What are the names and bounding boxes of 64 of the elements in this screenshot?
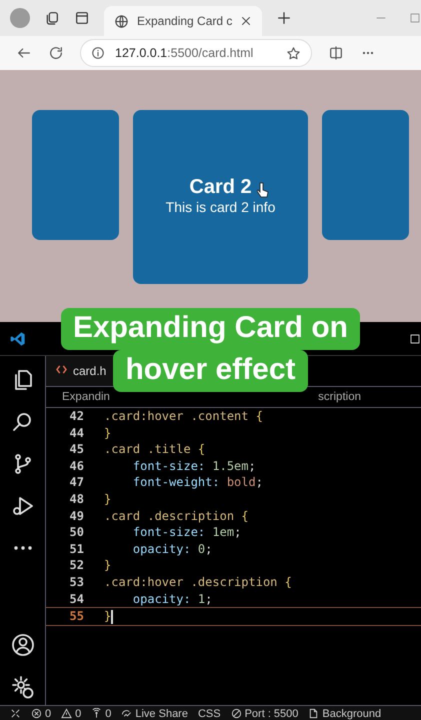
document-icon[interactable] [308, 708, 320, 719]
line-number: 45 [68, 441, 85, 458]
code-line: .card .title { [104, 441, 206, 458]
code-line: font-size: 1.5em; [132, 458, 256, 474]
breadcrumb-item[interactable]: scription [318, 391, 361, 403]
status-item[interactable]: Live Share [135, 708, 188, 720]
line-number: 42 [68, 408, 85, 425]
error-icon[interactable] [31, 708, 42, 719]
line-number: 46 [68, 458, 85, 474]
tabs-icon[interactable] [44, 10, 60, 26]
antenna-icon[interactable] [91, 708, 102, 719]
code-line: } [104, 490, 112, 508]
line-number: 48 [68, 490, 85, 508]
card-title: Card 2 [189, 176, 252, 199]
split-icon[interactable] [328, 45, 344, 61]
code-line: .card .description { [104, 508, 249, 524]
status-item[interactable]: Background [322, 708, 382, 720]
star-icon[interactable] [286, 46, 301, 60]
address-field[interactable]: 127.0.0.1:5500/card.html [80, 39, 312, 67]
status-item[interactable]: Port : 5500 [244, 708, 298, 720]
code-line: font-weight: bold; [132, 474, 263, 491]
close-icon[interactable] [240, 15, 252, 27]
code-line: font-size: 1em; [132, 524, 242, 541]
maximize-icon[interactable] [409, 332, 421, 344]
line-number: 47 [68, 474, 85, 491]
caption-banner: Expanding Card on [60, 308, 360, 350]
blocked-icon[interactable] [230, 708, 242, 719]
code-line: } [104, 608, 114, 625]
line-number: 51 [68, 540, 85, 558]
code-line: opacity: 1; [132, 590, 212, 608]
card-info: This is card 2 info [166, 199, 276, 215]
line-number: 44 [68, 424, 85, 442]
run-debug-icon[interactable] [10, 494, 34, 518]
code-line: opacity: 0; [132, 540, 212, 558]
caption-banner: hover effect [113, 350, 308, 392]
globe-icon[interactable] [114, 14, 129, 28]
window-icon[interactable] [74, 10, 90, 26]
account-icon[interactable] [10, 633, 34, 657]
breadcrumb-item[interactable]: Expandin [62, 391, 110, 403]
warning-icon[interactable] [61, 708, 72, 719]
status-item[interactable]: 0 [45, 708, 52, 720]
line-number: 49 [68, 508, 85, 524]
line-number: 52 [68, 557, 85, 574]
code-line: } [104, 557, 112, 574]
line-number: 50 [68, 524, 85, 541]
status-item[interactable]: 0 [105, 708, 112, 720]
line-number: 55 [68, 608, 85, 625]
reload-icon[interactable] [48, 45, 64, 61]
plus-icon[interactable] [276, 10, 292, 26]
status-item[interactable]: 0 [75, 708, 82, 720]
share-icon[interactable] [121, 708, 132, 719]
code-line: .card:hover .description { [104, 574, 292, 591]
card[interactable]: Card 2 This is card 2 info [133, 110, 308, 284]
status-item[interactable]: CSS [198, 708, 221, 720]
line-number: 54 [68, 590, 85, 608]
pointer-icon [257, 182, 269, 198]
code-line: } [104, 424, 112, 442]
settings-icon[interactable] [10, 675, 34, 699]
browser-tab[interactable]: Expanding Card c [104, 6, 262, 36]
remote-icon[interactable] [10, 708, 21, 719]
logo-icon[interactable] [10, 330, 26, 346]
info-icon[interactable] [91, 46, 105, 60]
code-line: .card:hover .content { [104, 408, 263, 425]
line-number: 53 [68, 574, 85, 591]
